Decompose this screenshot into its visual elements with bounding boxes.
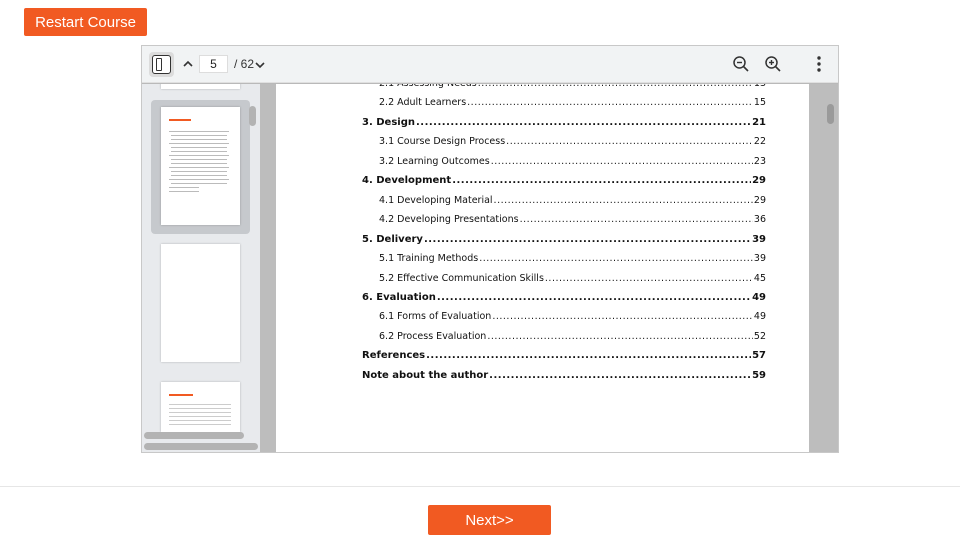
toc-leader-dots [487, 331, 753, 342]
pdf-page: 2.1 Assessing Needs 13 2.2 Adult Learners 1… [276, 84, 809, 452]
more-vert-icon[interactable] [810, 54, 828, 74]
toc-leader-dots [467, 97, 753, 108]
toc-entry[interactable]: 3. Design 21 [362, 117, 766, 128]
page-thumbnail[interactable] [161, 244, 240, 362]
zoom-out-icon[interactable] [732, 55, 750, 73]
zoom-in-icon[interactable] [764, 55, 782, 73]
toc-entry-label: 3. Design [362, 116, 415, 128]
next-button[interactable]: Next>> [428, 505, 551, 535]
toc-entry-page: 15 [753, 97, 766, 109]
toc-entry[interactable]: 6.2 Process Evaluation 52 [379, 331, 766, 342]
toc-entry-label: Note about the author [362, 369, 489, 381]
toc-entry-label: 5.1 Training Methods [379, 253, 479, 265]
chevron-down-icon[interactable] [254, 59, 266, 71]
toc-entry-label: 3.2 Learning Outcomes [379, 155, 490, 167]
pdf-viewer: 5 / 62 ..... 2.2 Adult Learners ..... 15… [141, 45, 839, 453]
toc-entry[interactable]: 4. Development 29 [362, 175, 766, 186]
toc-leader-dots [478, 84, 753, 89]
toc-entry[interactable]: 3.2 Learning Outcomes 23 [379, 156, 766, 167]
sidebar-horizontal-scrollbar-track[interactable] [144, 443, 258, 450]
page-number-input[interactable]: 5 [199, 55, 228, 73]
sidebar-toggle-icon [152, 55, 171, 74]
toc-entry[interactable]: 6.1 Forms of Evaluation 49 [379, 311, 766, 322]
toc-entry[interactable]: 4.2 Developing Presentations 36 [379, 214, 766, 225]
toc-entry-page: 49 [752, 291, 766, 303]
page-thumbnail[interactable] [161, 84, 240, 89]
toc-leader-dots [491, 156, 753, 167]
page-thumbnail[interactable] [161, 382, 240, 432]
toc-entry-label: 2.2 Adult Learners [379, 97, 467, 109]
toc-entry[interactable]: 5.2 Effective Communication Skills 45 [379, 273, 766, 284]
toc-entry-label: 4.1 Developing Material [379, 194, 493, 206]
toc-leader-dots [506, 136, 753, 147]
toc-leader-dots [426, 350, 751, 361]
pdf-toolbar: 5 / 62 [142, 46, 838, 83]
toc-entry[interactable]: 5. Delivery 39 [362, 234, 766, 245]
toc-entry-page: 49 [753, 311, 766, 323]
toc-entry-label: 5. Delivery [362, 233, 423, 245]
sidebar-toggle-button[interactable] [149, 52, 174, 77]
toc-entry-page: 13 [754, 84, 766, 89]
toc-entry-label: 2.1 Assessing Needs [379, 84, 477, 89]
toc-entry-label: 6. Evaluation [362, 291, 436, 303]
toc-entry-page: 57 [752, 350, 766, 362]
toc-leader-dots [452, 175, 751, 186]
thumbnail-preview-icon [169, 119, 229, 192]
document-view: 2.1 Assessing Needs 13 2.2 Adult Learners 1… [260, 84, 838, 452]
sidebar-scrollbar[interactable] [249, 106, 256, 126]
toc-entry[interactable]: 2.1 Assessing Needs 13 [379, 84, 766, 89]
toc-leader-dots [437, 292, 751, 303]
toc-entry[interactable]: Note about the author 59 [362, 370, 766, 381]
toc-entry[interactable]: References 57 [362, 350, 766, 361]
toc-entry[interactable]: 5.1 Training Methods 39 [379, 253, 766, 264]
toc-leader-dots [492, 311, 753, 322]
footer-divider [0, 486, 960, 487]
page-thumbnail-current[interactable] [161, 107, 240, 225]
toc-entry-page: 29 [752, 175, 766, 187]
toc-entry-page: 59 [752, 369, 766, 381]
toc-entry-label: 6.1 Forms of Evaluation [379, 311, 492, 323]
document-scrollbar[interactable] [827, 104, 834, 124]
thumbnail-preview-icon [169, 394, 231, 425]
toc-entry-label: 4. Development [362, 175, 452, 187]
toc-entry-page: 39 [753, 253, 766, 265]
toc-leader-dots [494, 195, 753, 206]
restart-course-button[interactable]: Restart Course [24, 8, 147, 36]
toc-entry-page: 22 [753, 136, 766, 148]
toc-entry-label: 5.2 Effective Communication Skills [379, 272, 544, 284]
toc-entry[interactable]: 4.1 Developing Material 29 [379, 195, 766, 206]
toc-entry-page: 45 [753, 272, 766, 284]
thumbnail-sidebar [142, 84, 260, 452]
toc-entry-page: 39 [752, 233, 766, 245]
toc-entry-page: 29 [753, 194, 766, 206]
toc-leader-dots [479, 253, 753, 264]
toc-leader-dots [520, 214, 753, 225]
toc-leader-dots [545, 273, 753, 284]
toc-entry-label: 4.2 Developing Presentations [379, 214, 519, 226]
toc-entry-label: 6.2 Process Evaluation [379, 330, 487, 342]
toc-entry[interactable]: 2.2 Adult Learners 15 [379, 97, 766, 108]
toc-entry-page: 36 [753, 214, 766, 226]
toc-entry-page: 52 [753, 330, 766, 342]
toc-entry[interactable]: 3.1 Course Design Process 22 [379, 136, 766, 147]
toc-entry-page: 23 [753, 155, 766, 167]
sidebar-horizontal-scrollbar[interactable] [144, 432, 244, 439]
toc-entry-label: 3.1 Course Design Process [379, 136, 506, 148]
toc-leader-dots [489, 370, 751, 381]
chevron-up-icon[interactable] [182, 58, 194, 70]
toc-entry-page: 21 [752, 116, 766, 128]
toc-leader-dots [416, 117, 751, 128]
page-total-label: / 62 [234, 57, 255, 71]
toc-entry-label: References [362, 350, 426, 362]
toc-entry[interactable]: 6. Evaluation 49 [362, 292, 766, 303]
toc-leader-dots [424, 234, 751, 245]
